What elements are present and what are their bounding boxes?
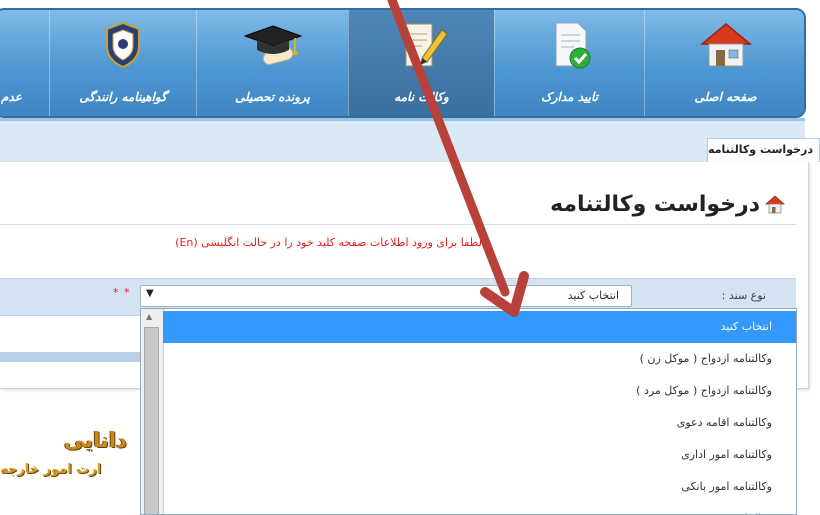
nav-label-home: صفحه اصلی	[694, 90, 757, 104]
home-icon	[699, 23, 752, 67]
chevron-down-icon: ▼	[146, 288, 154, 299]
required-marker: * *	[113, 286, 131, 299]
scroll-up-icon[interactable]: ▲	[146, 312, 152, 321]
dropdown-option-partial[interactable]: وکالتنامه	[163, 503, 796, 514]
dropdown-option-select[interactable]: انتخاب کنید	[163, 311, 796, 343]
logo-title: دانایی	[64, 428, 127, 452]
page-frame: صفحه اصلی تایید مدارک وکالت نامه پرونده …	[0, 0, 820, 515]
dropdown-option-marriage-male[interactable]: وکالتنامه ازدواج ( موکل مرد )	[163, 375, 796, 407]
nav-item-education-record[interactable]: پرونده تحصیلی	[196, 10, 348, 116]
tab-power-of-attorney-request[interactable]: درخواست وکالتنامه	[707, 138, 820, 162]
top-nav-bar: صفحه اصلی تایید مدارک وکالت نامه پرونده …	[0, 8, 806, 118]
document-type-label: نوع سند :	[721, 289, 766, 302]
nav-label-education-record: پرونده تحصیلی	[235, 90, 310, 104]
keyboard-instruction-text: لطفا برای ورود اطلاعات صفحه کلید خود را …	[175, 236, 482, 249]
nav-item-power-of-attorney[interactable]: وکالت نامه	[348, 10, 494, 116]
document-pen-icon	[405, 23, 448, 67]
title-divider	[0, 224, 796, 225]
dropdown-option-marriage-female[interactable]: وکالتنامه ازدواج ( موکل زن )	[163, 343, 796, 375]
nav-item-document-verify[interactable]: تایید مدارک	[494, 10, 644, 116]
document-type-select-value: انتخاب کنید	[567, 289, 619, 302]
dropdown-option-banking[interactable]: وکالتنامه امور بانکی	[163, 471, 796, 503]
document-check-icon	[555, 22, 590, 69]
dropdown-scrollbar[interactable]: ▲	[141, 309, 164, 514]
dropdown-option-lawsuit[interactable]: وکالتنامه اقامه دعوی	[163, 407, 796, 439]
nav-item-driving-license[interactable]: گواهینامه رانندگی	[49, 10, 196, 116]
subnav-divider	[0, 118, 805, 121]
nav-item-partial[interactable]: عدم	[0, 10, 49, 116]
document-type-dropdown-list[interactable]: ▲ انتخاب کنید وکالتنامه ازدواج ( موکل زن…	[140, 308, 797, 515]
scrollbar-thumb[interactable]	[144, 327, 159, 514]
graduation-cap-icon	[243, 25, 302, 65]
nav-label-power-of-attorney: وکالت نامه	[394, 90, 449, 104]
home-icon	[764, 195, 786, 214]
nav-label-partial: عدم	[1, 90, 22, 104]
nav-label-driving-license: گواهینامه رانندگی	[79, 90, 167, 104]
police-badge-icon	[106, 21, 140, 69]
logo-subtitle: ارت امور خارجه	[0, 462, 102, 477]
nav-item-home[interactable]: صفحه اصلی	[644, 10, 804, 116]
subnav-strip	[0, 118, 805, 162]
dropdown-option-administrative[interactable]: وکالتنامه امور اداری	[163, 439, 796, 471]
page-title: درخواست وکالتنامه	[550, 192, 760, 217]
nav-label-document-verify: تایید مدارک	[540, 90, 599, 104]
document-type-select[interactable]: انتخاب کنید ▼	[140, 285, 632, 307]
